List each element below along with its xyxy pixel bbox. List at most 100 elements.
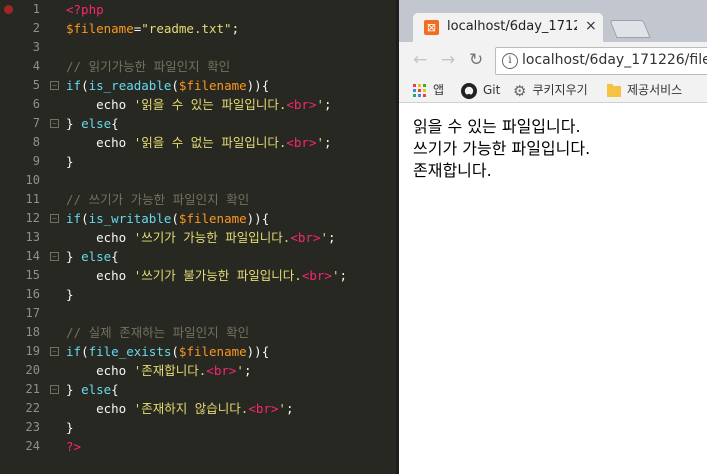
bookmark-services-folder[interactable]: 제공서비스: [607, 81, 682, 99]
tab-strip: ⊠ localhost/6day_171226/f ×: [399, 0, 707, 42]
browser-toolbar: ← → ↻ i localhost/6day_171226/file/isS: [399, 42, 707, 78]
info-icon[interactable]: i: [502, 53, 518, 69]
code-line[interactable]: 4 // 읽기가능한 파일인지 확인: [0, 57, 396, 76]
fold-toggle-icon[interactable]: −: [50, 252, 59, 261]
code-line[interactable]: 1 <?php: [0, 0, 396, 19]
code-line[interactable]: 7 −} else{: [0, 114, 396, 133]
line-number: 14: [25, 249, 40, 263]
bookmark-clear-cookies[interactable]: ⚙ 쿠키지우기: [513, 81, 588, 100]
back-button[interactable]: ←: [413, 50, 427, 70]
line-number: 7: [32, 116, 40, 130]
code-text: echo '존재합니다.<br>';: [66, 363, 252, 378]
fold-toggle-icon[interactable]: −: [50, 214, 59, 223]
code-text: echo '쓰기가 가능한 파일입니다.<br>';: [66, 230, 336, 245]
code-text: <?php: [66, 2, 104, 17]
code-line[interactable]: 10: [0, 171, 396, 190]
code-line[interactable]: 5 − if(is_readable($filename)){: [0, 76, 396, 95]
tab-title: localhost/6day_171226/f: [447, 19, 577, 34]
code-line[interactable]: 2 $filename="readme.txt";: [0, 19, 396, 38]
line-number: 1: [32, 2, 40, 16]
line-number: 10: [25, 173, 40, 187]
code-text: } else{: [66, 382, 119, 397]
bookmark-apps[interactable]: 앱: [413, 81, 444, 99]
address-bar[interactable]: i localhost/6day_171226/file/isS: [495, 47, 707, 75]
code-text: echo '읽을 수 있는 파일입니다.<br>';: [66, 97, 332, 112]
code-text: if(file_exists($filename)){: [66, 344, 270, 359]
code-text: }: [66, 154, 74, 169]
line-number: 13: [25, 230, 40, 244]
line-number: 5: [32, 78, 40, 92]
bookmarks-bar: 앱 Git ⚙ 쿠키지우기 제공서비스: [399, 78, 707, 103]
line-number: 9: [32, 154, 40, 168]
line-number: 24: [25, 439, 40, 453]
code-line[interactable]: 14 −} else{: [0, 247, 396, 266]
folder-icon: [607, 83, 621, 97]
page-content: 읽을 수 있는 파일입니다. 쓰기가 가능한 파일입니다. 존재합니다.: [399, 103, 707, 474]
url-text: localhost/6day_171226/file/isS: [522, 52, 707, 68]
code-text: } else{: [66, 249, 119, 264]
code-line[interactable]: 3: [0, 38, 396, 57]
code-line[interactable]: 12 − if(is_writable($filename)){: [0, 209, 396, 228]
code-line[interactable]: 16}: [0, 285, 396, 304]
code-text: }: [66, 420, 74, 435]
code-editor[interactable]: 1 <?php 2 $filename="readme.txt"; 3 4 // 읽기가능한…: [0, 0, 396, 474]
code-line[interactable]: 18 // 실제 존재하는 파일인지 확인: [0, 323, 396, 342]
fold-toggle-icon[interactable]: −: [50, 119, 59, 128]
output-line: 쓰기가 가능한 파일입니다.: [413, 139, 591, 158]
code-line[interactable]: 13 echo '쓰기가 가능한 파일입니다.<br>';: [0, 228, 396, 247]
code-text: $filename="readme.txt";: [66, 21, 240, 36]
line-number: 6: [32, 97, 40, 111]
code-line[interactable]: 15 echo '쓰기가 불가능한 파일입니다.<br>';: [0, 266, 396, 285]
tab-close-button[interactable]: ×: [585, 18, 597, 34]
browser-window: ⊠ localhost/6day_171226/f × ← → ↻ i loca…: [396, 0, 707, 474]
code-text: // 읽기가능한 파일인지 확인: [66, 59, 231, 74]
line-number: 2: [32, 21, 40, 35]
line-number: 4: [32, 59, 40, 73]
code-line[interactable]: 9}: [0, 152, 396, 171]
github-icon: [461, 82, 477, 99]
fold-toggle-icon[interactable]: −: [50, 385, 59, 394]
code-line[interactable]: 21 −} else{: [0, 380, 396, 399]
bookmark-label: Git: [483, 83, 501, 97]
reload-button[interactable]: ↻: [469, 50, 483, 70]
new-tab-button[interactable]: [609, 20, 651, 38]
code-line[interactable]: 17: [0, 304, 396, 323]
browser-tab[interactable]: ⊠ localhost/6day_171226/f ×: [413, 13, 603, 42]
code-text: } else{: [66, 116, 119, 131]
line-number: 12: [25, 211, 40, 225]
line-number: 17: [25, 306, 40, 320]
code-line[interactable]: 8 echo '읽을 수 없는 파일입니다.<br>';: [0, 133, 396, 152]
line-number: 18: [25, 325, 40, 339]
fold-toggle-icon[interactable]: −: [50, 81, 59, 90]
code-line[interactable]: 22 echo '존재하지 않습니다.<br>';: [0, 399, 396, 418]
forward-button[interactable]: →: [441, 50, 455, 70]
line-number: 23: [25, 420, 40, 434]
gear-icon: ⚙: [513, 81, 527, 100]
output-line: 존재합니다.: [413, 161, 492, 180]
line-number: 21: [25, 382, 40, 396]
code-line[interactable]: 20 echo '존재합니다.<br>';: [0, 361, 396, 380]
code-line[interactable]: 11 // 쓰기가 가능한 파일인지 확인: [0, 190, 396, 209]
fold-toggle-icon[interactable]: −: [50, 347, 59, 356]
code-text: if(is_readable($filename)){: [66, 78, 270, 93]
line-number: 19: [25, 344, 40, 358]
bookmark-git[interactable]: Git: [461, 81, 500, 99]
code-text: if(is_writable($filename)){: [66, 211, 270, 226]
line-number: 15: [25, 268, 40, 282]
xampp-icon: ⊠: [424, 20, 439, 35]
code-line[interactable]: 23}: [0, 418, 396, 437]
line-number: 3: [32, 40, 40, 54]
code-text: ?>: [66, 439, 82, 454]
code-line[interactable]: 24 ?>: [0, 437, 396, 456]
apps-grid-icon: [413, 83, 426, 97]
line-number: 11: [25, 192, 40, 206]
line-number: 22: [25, 401, 40, 415]
code-line[interactable]: 19 − if(file_exists($filename)){: [0, 342, 396, 361]
bookmark-label: 쿠키지우기: [532, 83, 588, 97]
code-text: }: [66, 287, 74, 302]
bookmark-label: 앱: [433, 83, 445, 97]
code-line[interactable]: 6 echo '읽을 수 있는 파일입니다.<br>';: [0, 95, 396, 114]
code-text: // 실제 존재하는 파일인지 확인: [66, 325, 250, 340]
code-text: echo '존재하지 않습니다.<br>';: [66, 401, 294, 416]
bookmark-label: 제공서비스: [627, 83, 683, 97]
